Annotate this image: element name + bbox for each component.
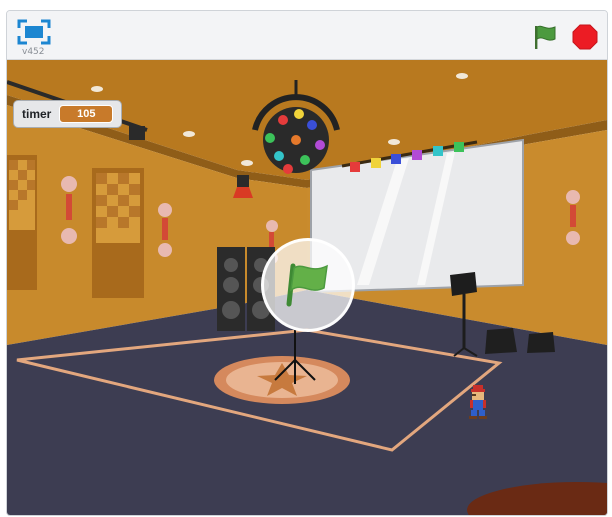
variable-monitor-timer[interactable]: timer 105 <box>13 100 123 128</box>
green-flag-icon <box>535 25 556 49</box>
start-overlay-flag-button[interactable] <box>261 238 355 332</box>
project-player: v452 timer 105 <box>6 10 608 516</box>
version-label: v452 <box>22 47 45 57</box>
stop-button[interactable] <box>571 23 599 51</box>
fullscreen-icon <box>17 19 51 45</box>
stage-canvas[interactable]: timer 105 <box>7 60 607 515</box>
green-flag-button[interactable] <box>531 23 559 51</box>
mario-sprite[interactable] <box>467 385 489 419</box>
fullscreen-button[interactable] <box>17 19 51 45</box>
player-controls-bar: v452 <box>7 11 607 60</box>
monitor-value: 105 <box>59 105 114 123</box>
green-flag-icon <box>286 263 328 307</box>
monitor-label: timer <box>22 107 52 121</box>
stop-sign-icon <box>572 24 598 50</box>
